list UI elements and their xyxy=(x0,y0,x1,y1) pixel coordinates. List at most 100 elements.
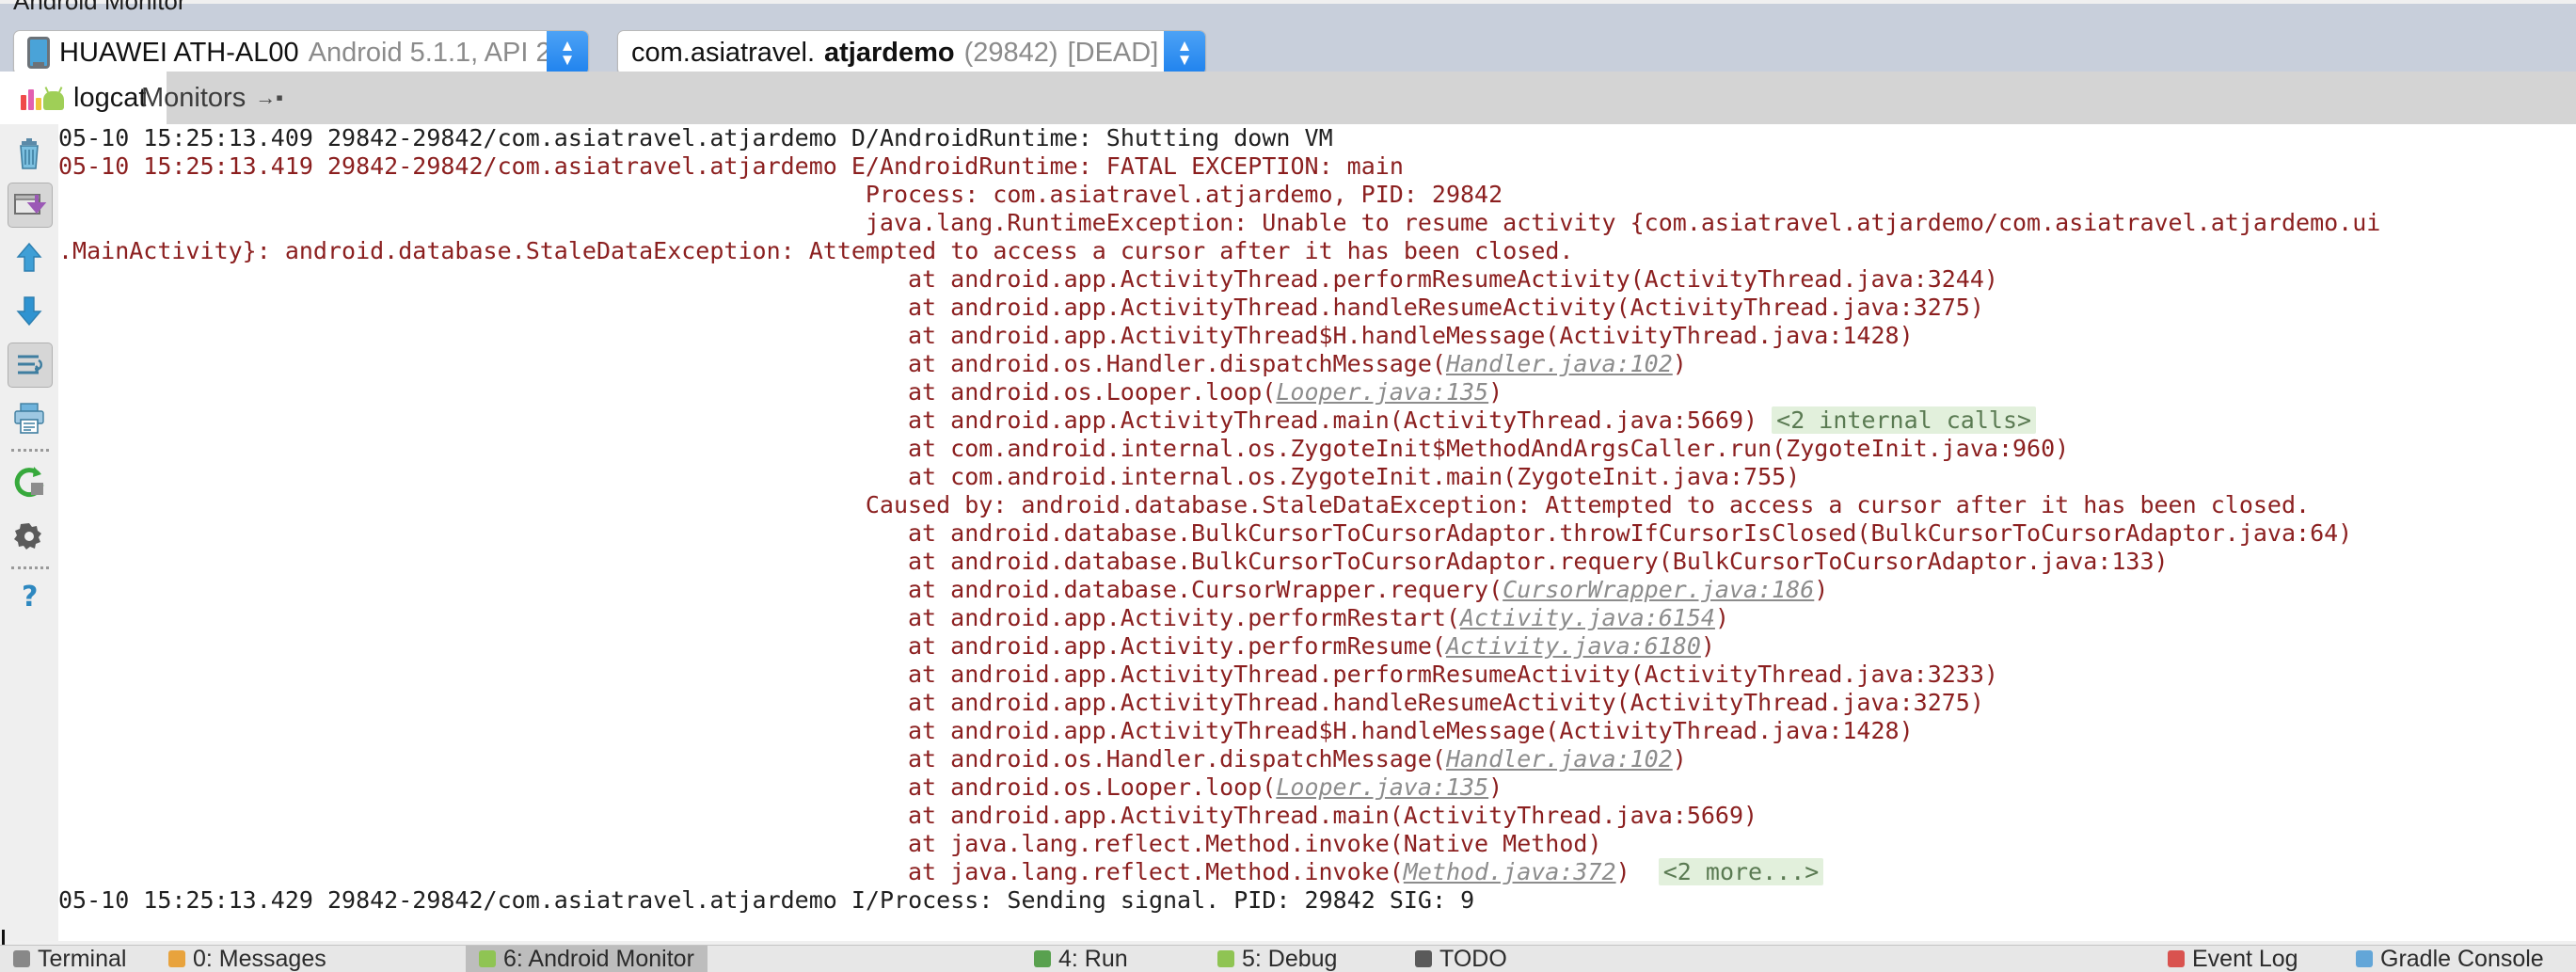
log-line[interactable]: at android.app.ActivityThread$H.handleMe… xyxy=(58,322,2576,350)
log-line[interactable]: .MainActivity}: android.database.StaleDa… xyxy=(58,237,2576,265)
process-package-name: atjardemo xyxy=(824,38,955,69)
log-line-text-tail: ) xyxy=(1488,773,1503,801)
log-line[interactable]: at android.app.ActivityThread.main(Activ… xyxy=(58,406,2576,435)
restart-icon[interactable] xyxy=(10,463,48,501)
tab-monitors-label: Monitors xyxy=(141,83,246,114)
detach-icon: →▪ xyxy=(255,86,283,110)
log-line-text: at android.app.Activity.performResume( xyxy=(908,632,1446,660)
chevron-down-icon: ▼ xyxy=(560,53,576,67)
device-selector-stepper[interactable]: ▲ ▼ xyxy=(547,31,588,74)
log-line[interactable]: at android.os.Handler.dispatchMessage(Ha… xyxy=(58,350,2576,378)
log-line[interactable]: at android.app.Activity.performResume(Ac… xyxy=(58,632,2576,661)
up-the-stack-trace-icon[interactable] xyxy=(10,239,48,277)
log-line[interactable]: at android.app.ActivityThread.main(Activ… xyxy=(58,802,2576,830)
clear-logcat-icon[interactable] xyxy=(10,135,48,173)
chevron-down-icon: ▼ xyxy=(1177,53,1193,67)
status-tab-label: 0: Messages xyxy=(193,946,326,972)
folded-frames-badge[interactable]: <2 internal calls> xyxy=(1772,406,2036,434)
status-tab-todo[interactable]: TODO xyxy=(1402,946,1520,972)
log-line-text: at android.app.ActivityThread.performRes… xyxy=(908,661,1998,688)
source-link[interactable]: Handler.java:102 xyxy=(1446,350,1673,377)
log-line-text: at android.os.Looper.loop( xyxy=(908,773,1276,801)
log-line-text: at android.app.ActivityThread.handleResu… xyxy=(908,294,1984,321)
status-tab-label: Gradle Console xyxy=(2380,946,2544,972)
log-line[interactable]: at com.android.internal.os.ZygoteInit.ma… xyxy=(58,463,2576,491)
source-link[interactable]: Handler.java:102 xyxy=(1446,745,1673,773)
log-line[interactable]: at java.lang.reflect.Method.invoke(Metho… xyxy=(58,858,2576,886)
log-line[interactable]: at android.app.ActivityThread.performRes… xyxy=(58,265,2576,294)
status-tab-event-log[interactable]: Event Log xyxy=(2155,946,2312,972)
log-line-text: at android.app.Activity.performRestart( xyxy=(908,604,1460,631)
log-line[interactable]: at android.app.Activity.performRestart(A… xyxy=(58,604,2576,632)
status-tab-6-android-monitor[interactable]: 6: Android Monitor xyxy=(466,946,708,972)
log-line[interactable]: Process: com.asiatravel.atjardemo, PID: … xyxy=(58,181,2576,209)
device-selector-value: HUAWEI ATH-AL00 Android 5.1.1, API 22 xyxy=(14,37,547,69)
log-line[interactable]: at android.app.ActivityThread.handleResu… xyxy=(58,689,2576,717)
log-line[interactable]: at android.app.ActivityThread$H.handleMe… xyxy=(58,717,2576,745)
source-link[interactable]: Looper.java:135 xyxy=(1276,773,1488,801)
log-line[interactable]: at android.app.ActivityThread.performRes… xyxy=(58,661,2576,689)
device-selector-bar: HUAWEI ATH-AL00 Android 5.1.1, API 22 ▲ … xyxy=(0,11,2576,72)
log-line[interactable]: at android.database.BulkCursorToCursorAd… xyxy=(58,548,2576,576)
print-icon[interactable] xyxy=(10,399,48,437)
source-link[interactable]: Method.java:372 xyxy=(1404,858,1616,885)
log-line[interactable]: at android.os.Looper.loop(Looper.java:13… xyxy=(58,773,2576,802)
log-line-text: at android.app.ActivityThread.handleResu… xyxy=(908,689,1984,716)
log-line[interactable]: at android.os.Handler.dispatchMessage(Ha… xyxy=(58,745,2576,773)
device-selector[interactable]: HUAWEI ATH-AL00 Android 5.1.1, API 22 ▲ … xyxy=(13,30,589,75)
status-tab-label: Terminal xyxy=(38,946,126,972)
status-tab-4-run[interactable]: 4: Run xyxy=(1021,946,1141,972)
status-tab-5-debug[interactable]: 5: Debug xyxy=(1204,946,1350,972)
process-selector[interactable]: com.asiatravel.atjardemo (29842) [DEAD] … xyxy=(617,30,1206,75)
log-line[interactable]: +at java.lang.reflect.Method.invoke(Nati… xyxy=(58,830,2576,858)
log-line[interactable]: at android.app.ActivityThread.handleResu… xyxy=(58,294,2576,322)
log-line-text: java.lang.RuntimeException: Unable to re… xyxy=(866,209,2381,236)
log-line-text: at java.lang.reflect.Method.invoke( xyxy=(908,858,1404,885)
run-icon xyxy=(1034,950,1051,967)
gradle-console-icon xyxy=(2356,950,2373,967)
log-line[interactable]: 05-10 15:25:13.409 29842-29842/com.asiat… xyxy=(58,124,2576,152)
svg-text:?: ? xyxy=(22,581,38,613)
source-link[interactable]: CursorWrapper.java:186 xyxy=(1503,576,1814,603)
log-line-text: at android.os.Handler.dispatchMessage( xyxy=(908,745,1446,773)
log-line[interactable]: at android.database.BulkCursorToCursorAd… xyxy=(58,519,2576,548)
process-selector-stepper[interactable]: ▲ ▼ xyxy=(1164,31,1205,74)
log-line[interactable]: 05-10 15:25:13.419 29842-29842/com.asiat… xyxy=(58,152,2576,181)
source-link[interactable]: Looper.java:135 xyxy=(1276,378,1488,406)
log-line[interactable]: at android.database.CursorWrapper.requer… xyxy=(58,576,2576,604)
down-the-stack-trace-icon[interactable] xyxy=(10,292,48,329)
log-line-text-tail: ) xyxy=(1814,576,1828,603)
use-soft-wraps-icon[interactable] xyxy=(8,343,53,388)
log-line-text: at android.app.ActivityThread$H.handleMe… xyxy=(908,717,1914,744)
help-icon[interactable]: ? xyxy=(10,578,48,615)
event-log-icon xyxy=(2168,950,2185,967)
source-link[interactable]: Activity.java:6180 xyxy=(1446,632,1701,660)
log-line[interactable]: at com.android.internal.os.ZygoteInit$Me… xyxy=(58,435,2576,463)
log-line-text: 05-10 15:25:13.429 29842-29842/com.asiat… xyxy=(58,886,1474,914)
folded-frames-badge[interactable]: <2 more...> xyxy=(1659,858,1824,885)
status-tab-0-messages[interactable]: 0: Messages xyxy=(155,946,340,972)
settings-gear-icon[interactable] xyxy=(10,518,48,555)
log-line-text: at android.app.ActivityThread$H.handleMe… xyxy=(908,322,1914,349)
todo-icon xyxy=(1415,950,1432,967)
logcat-output[interactable]: 05-10 15:25:13.409 29842-29842/com.asiat… xyxy=(58,124,2576,941)
status-tab-gradle-console[interactable]: Gradle Console xyxy=(2343,946,2557,972)
terminal-icon xyxy=(13,950,30,967)
scroll-to-end-icon[interactable] xyxy=(8,183,53,228)
log-line-text: 05-10 15:25:13.409 29842-29842/com.asiat… xyxy=(58,124,1333,151)
source-link[interactable]: Activity.java:6154 xyxy=(1460,604,1715,631)
log-line-text: at android.app.ActivityThread.main(Activ… xyxy=(908,406,1772,434)
log-line-text: at java.lang.reflect.Method.invoke(Nativ… xyxy=(908,830,1602,857)
log-line-text: at android.database.BulkCursorToCursorAd… xyxy=(908,519,2352,547)
device-detail: Android 5.1.1, API 22 xyxy=(309,38,547,69)
tab-monitors[interactable]: Monitors →▪ xyxy=(120,72,304,124)
logcat-icon xyxy=(21,86,64,110)
log-line-text: at com.android.internal.os.ZygoteInit.ma… xyxy=(908,463,1800,490)
log-line[interactable]: +at android.os.Looper.loop(Looper.java:1… xyxy=(58,378,2576,406)
log-line-text-tail: ) xyxy=(1488,378,1503,406)
log-line[interactable]: Caused by: android.database.StaleDataExc… xyxy=(58,491,2576,519)
status-tab-terminal[interactable]: Terminal xyxy=(0,946,139,972)
log-line[interactable]: java.lang.RuntimeException: Unable to re… xyxy=(58,209,2576,237)
log-line[interactable]: 05-10 15:25:13.429 29842-29842/com.asiat… xyxy=(58,886,2576,915)
debug-icon xyxy=(1217,950,1234,967)
